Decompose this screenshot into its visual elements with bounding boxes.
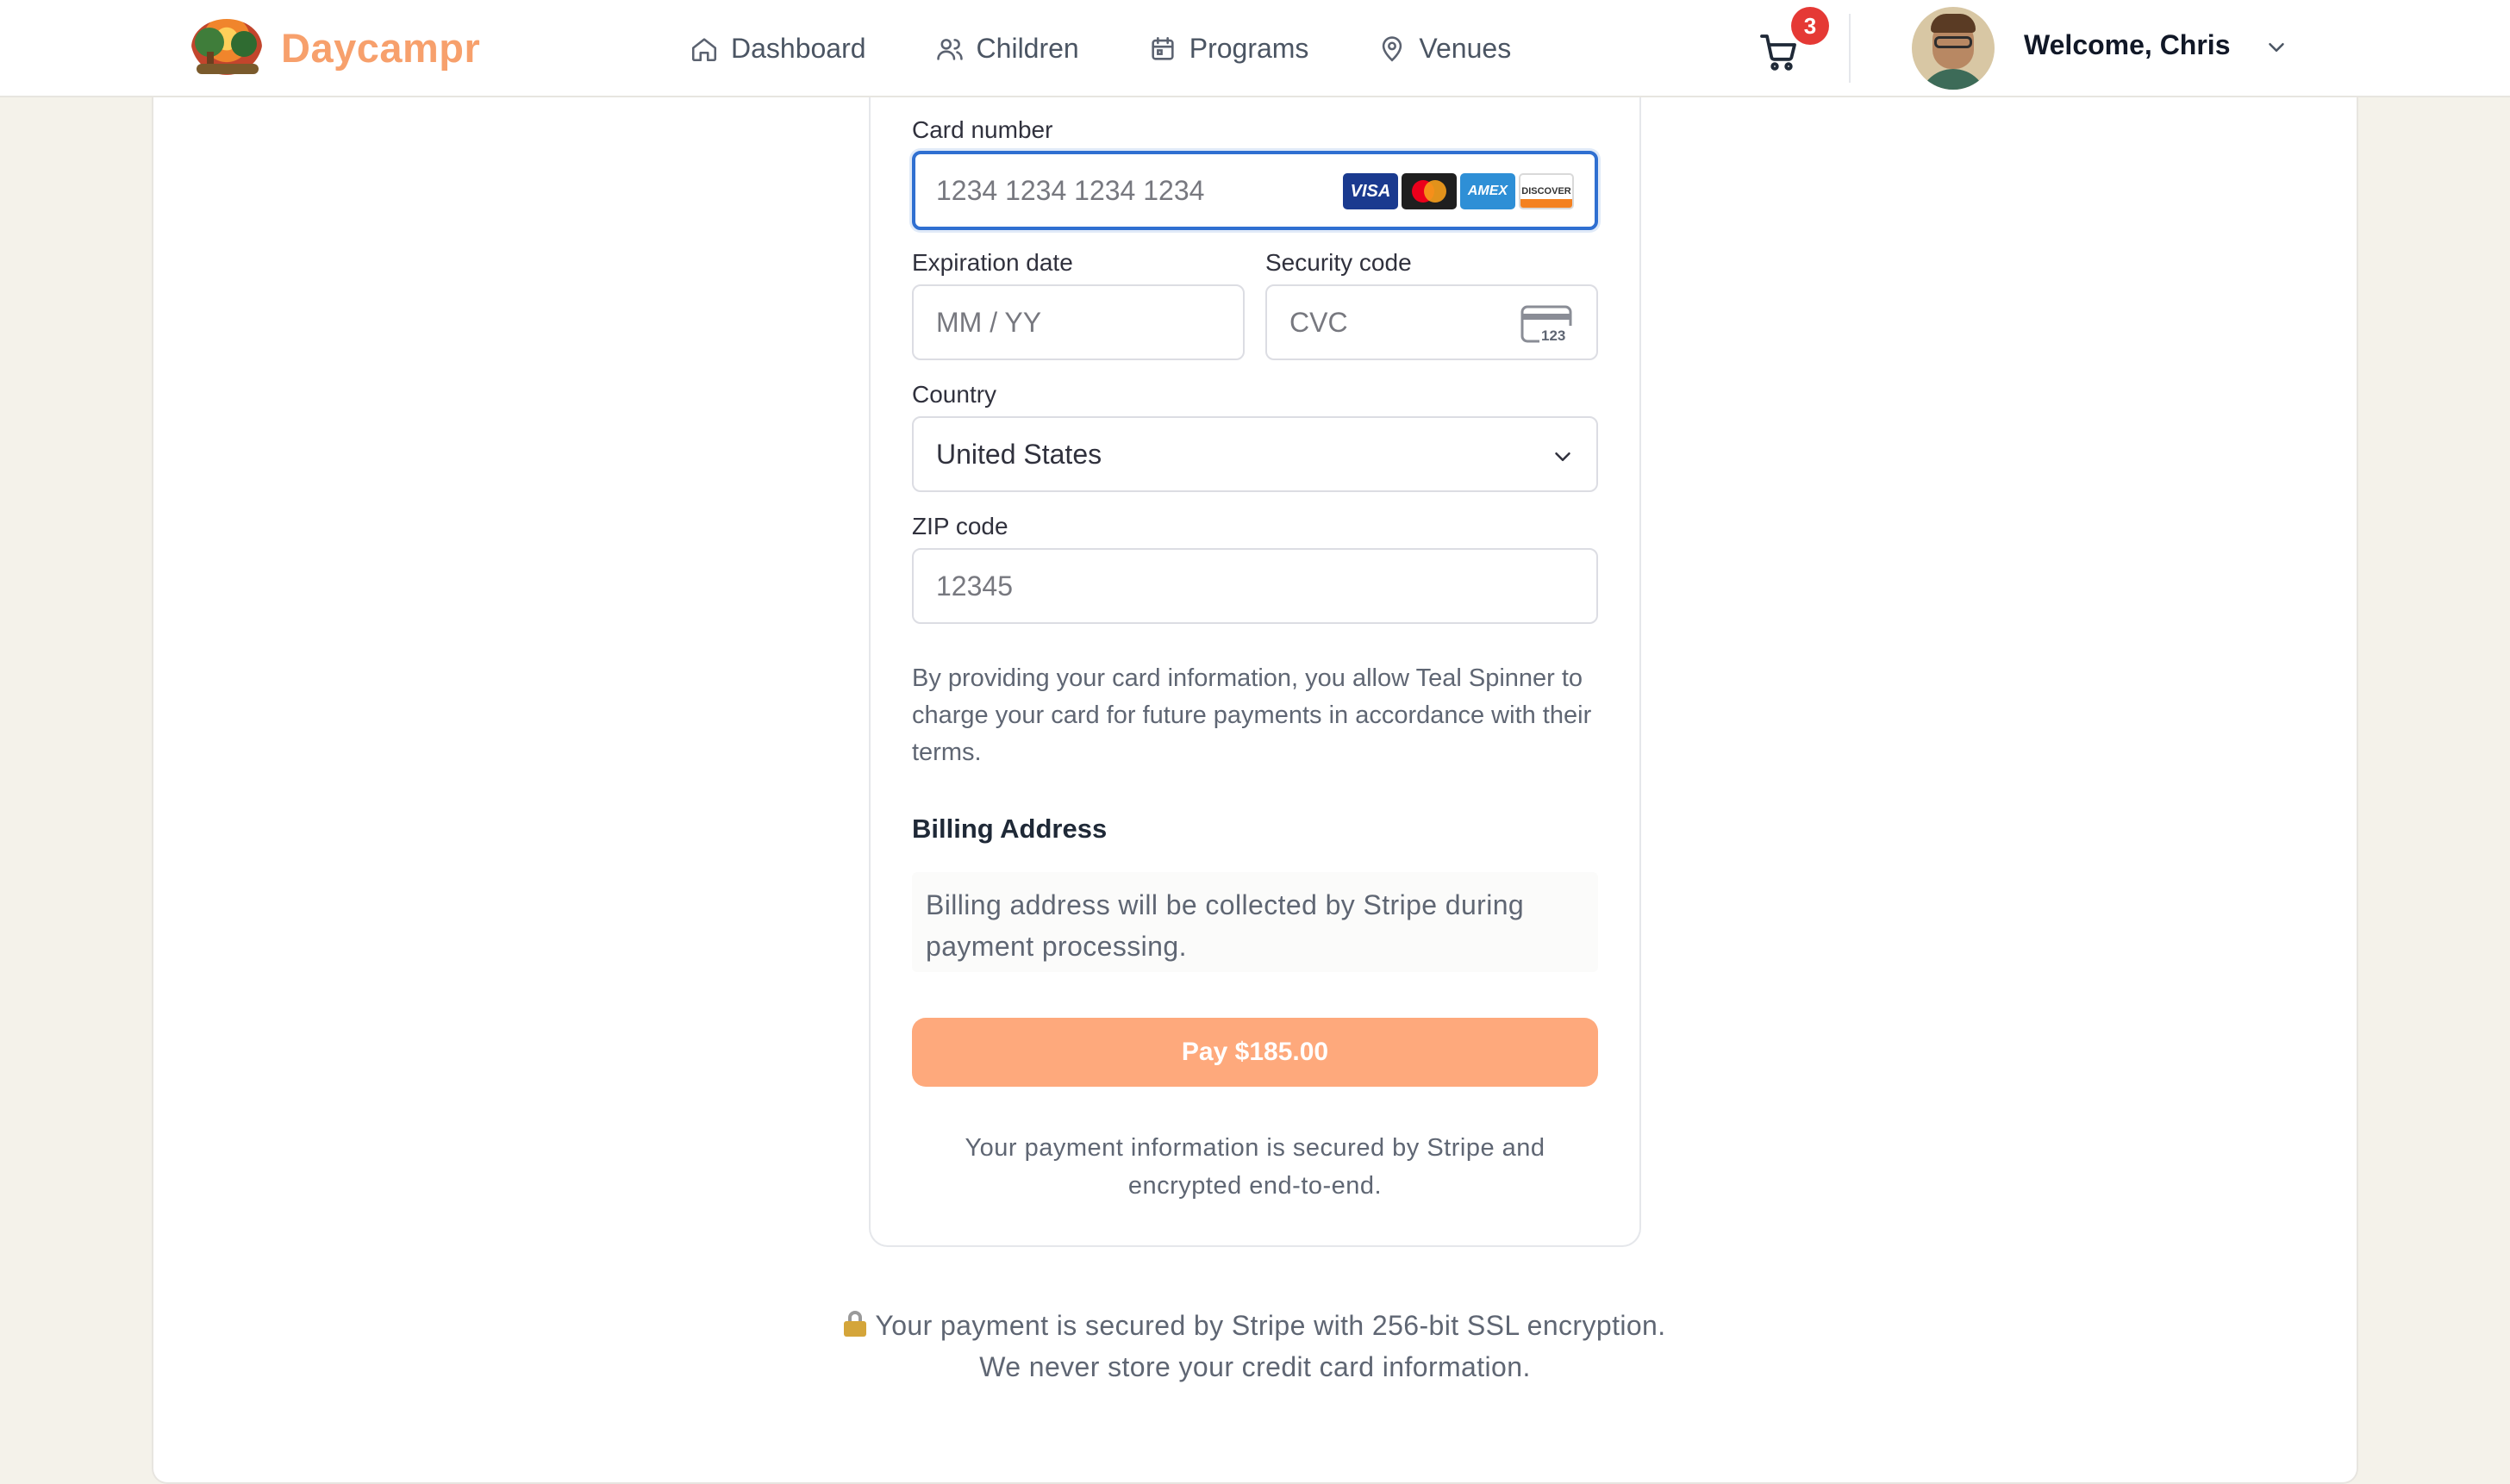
card-number-label: Card number	[912, 116, 1053, 143]
cvc-card-icon: 123	[1520, 305, 1572, 344]
calendar-icon	[1148, 34, 1177, 64]
nav-item-label: Programs	[1189, 33, 1309, 64]
lock-icon	[844, 1311, 867, 1337]
billing-address-note: Billing address will be collected by Str…	[912, 872, 1598, 972]
welcome-text[interactable]: Welcome, Chris	[2024, 29, 2230, 61]
main-nav: Dashboard Children Programs Venues	[690, 0, 1580, 97]
nav-item-dashboard[interactable]: Dashboard	[690, 33, 866, 65]
nav-item-label: Dashboard	[731, 33, 866, 64]
expiration-date-label: Expiration date	[912, 249, 1073, 276]
visa-icon: VISA	[1343, 173, 1398, 209]
cart-count-badge: 3	[1791, 7, 1829, 45]
home-icon	[690, 34, 719, 64]
chevron-down-icon[interactable]	[2263, 34, 2289, 60]
nav-item-label: Children	[976, 33, 1079, 64]
header-divider	[1849, 14, 1851, 83]
country-select[interactable]: United States	[912, 416, 1598, 492]
payment-security-footer: Your payment is secured by Stripe with 2…	[690, 1305, 1820, 1387]
security-code-placeholder: CVC	[1289, 306, 1348, 338]
mastercard-icon	[1402, 173, 1457, 209]
zip-code-input[interactable]: 12345	[912, 548, 1598, 624]
expiration-placeholder: MM / YY	[936, 306, 1042, 338]
user-avatar[interactable]	[1912, 7, 1995, 90]
card-authorization-notice: By providing your card information, you …	[912, 664, 1592, 766]
card-brand-logos: VISA AMEX DISCOVER	[1339, 173, 1574, 209]
map-pin-icon	[1377, 34, 1407, 64]
security-code-label: Security code	[1265, 249, 1412, 276]
nav-item-label: Venues	[1419, 33, 1512, 64]
zip-code-placeholder: 12345	[936, 570, 1013, 602]
brand-name: Daycampr	[281, 24, 481, 71]
brand-logo[interactable]: Daycampr	[191, 19, 480, 76]
logo-tree-icon	[191, 19, 262, 76]
amex-icon: AMEX	[1460, 173, 1515, 209]
country-value: United States	[936, 438, 1102, 470]
nav-item-venues[interactable]: Venues	[1377, 33, 1511, 65]
footer-line-2: We never store your credit card informat…	[979, 1351, 1531, 1382]
svg-text:123: 123	[1541, 327, 1565, 344]
security-code-input[interactable]: CVC 123	[1265, 284, 1598, 360]
card-number-input[interactable]: 1234 1234 1234 1234 VISA AMEX DISCOVER	[912, 151, 1598, 230]
expiration-date-input[interactable]: MM / YY	[912, 284, 1245, 360]
discover-icon: DISCOVER	[1519, 173, 1574, 209]
country-label: Country	[912, 381, 997, 408]
nav-item-programs[interactable]: Programs	[1148, 33, 1309, 65]
cart-button[interactable]: 3	[1758, 7, 1829, 74]
footer-line-1: Your payment is secured by Stripe with 2…	[875, 1310, 1666, 1341]
pay-button[interactable]: Pay $185.00	[912, 1018, 1598, 1087]
stripe-secure-note: Your payment information is secured by S…	[965, 1134, 1545, 1200]
zip-code-label: ZIP code	[912, 513, 1008, 539]
chevron-down-icon	[1555, 452, 1570, 461]
card-number-placeholder: 1234 1234 1234 1234	[936, 174, 1205, 206]
shopping-cart-icon	[1760, 34, 1796, 71]
billing-address-heading: Billing Address	[912, 814, 1108, 844]
nav-item-children[interactable]: Children	[935, 33, 1079, 65]
users-icon	[935, 34, 965, 64]
top-navigation-bar: Daycampr Dashboard Children Programs Ven…	[0, 0, 2510, 97]
